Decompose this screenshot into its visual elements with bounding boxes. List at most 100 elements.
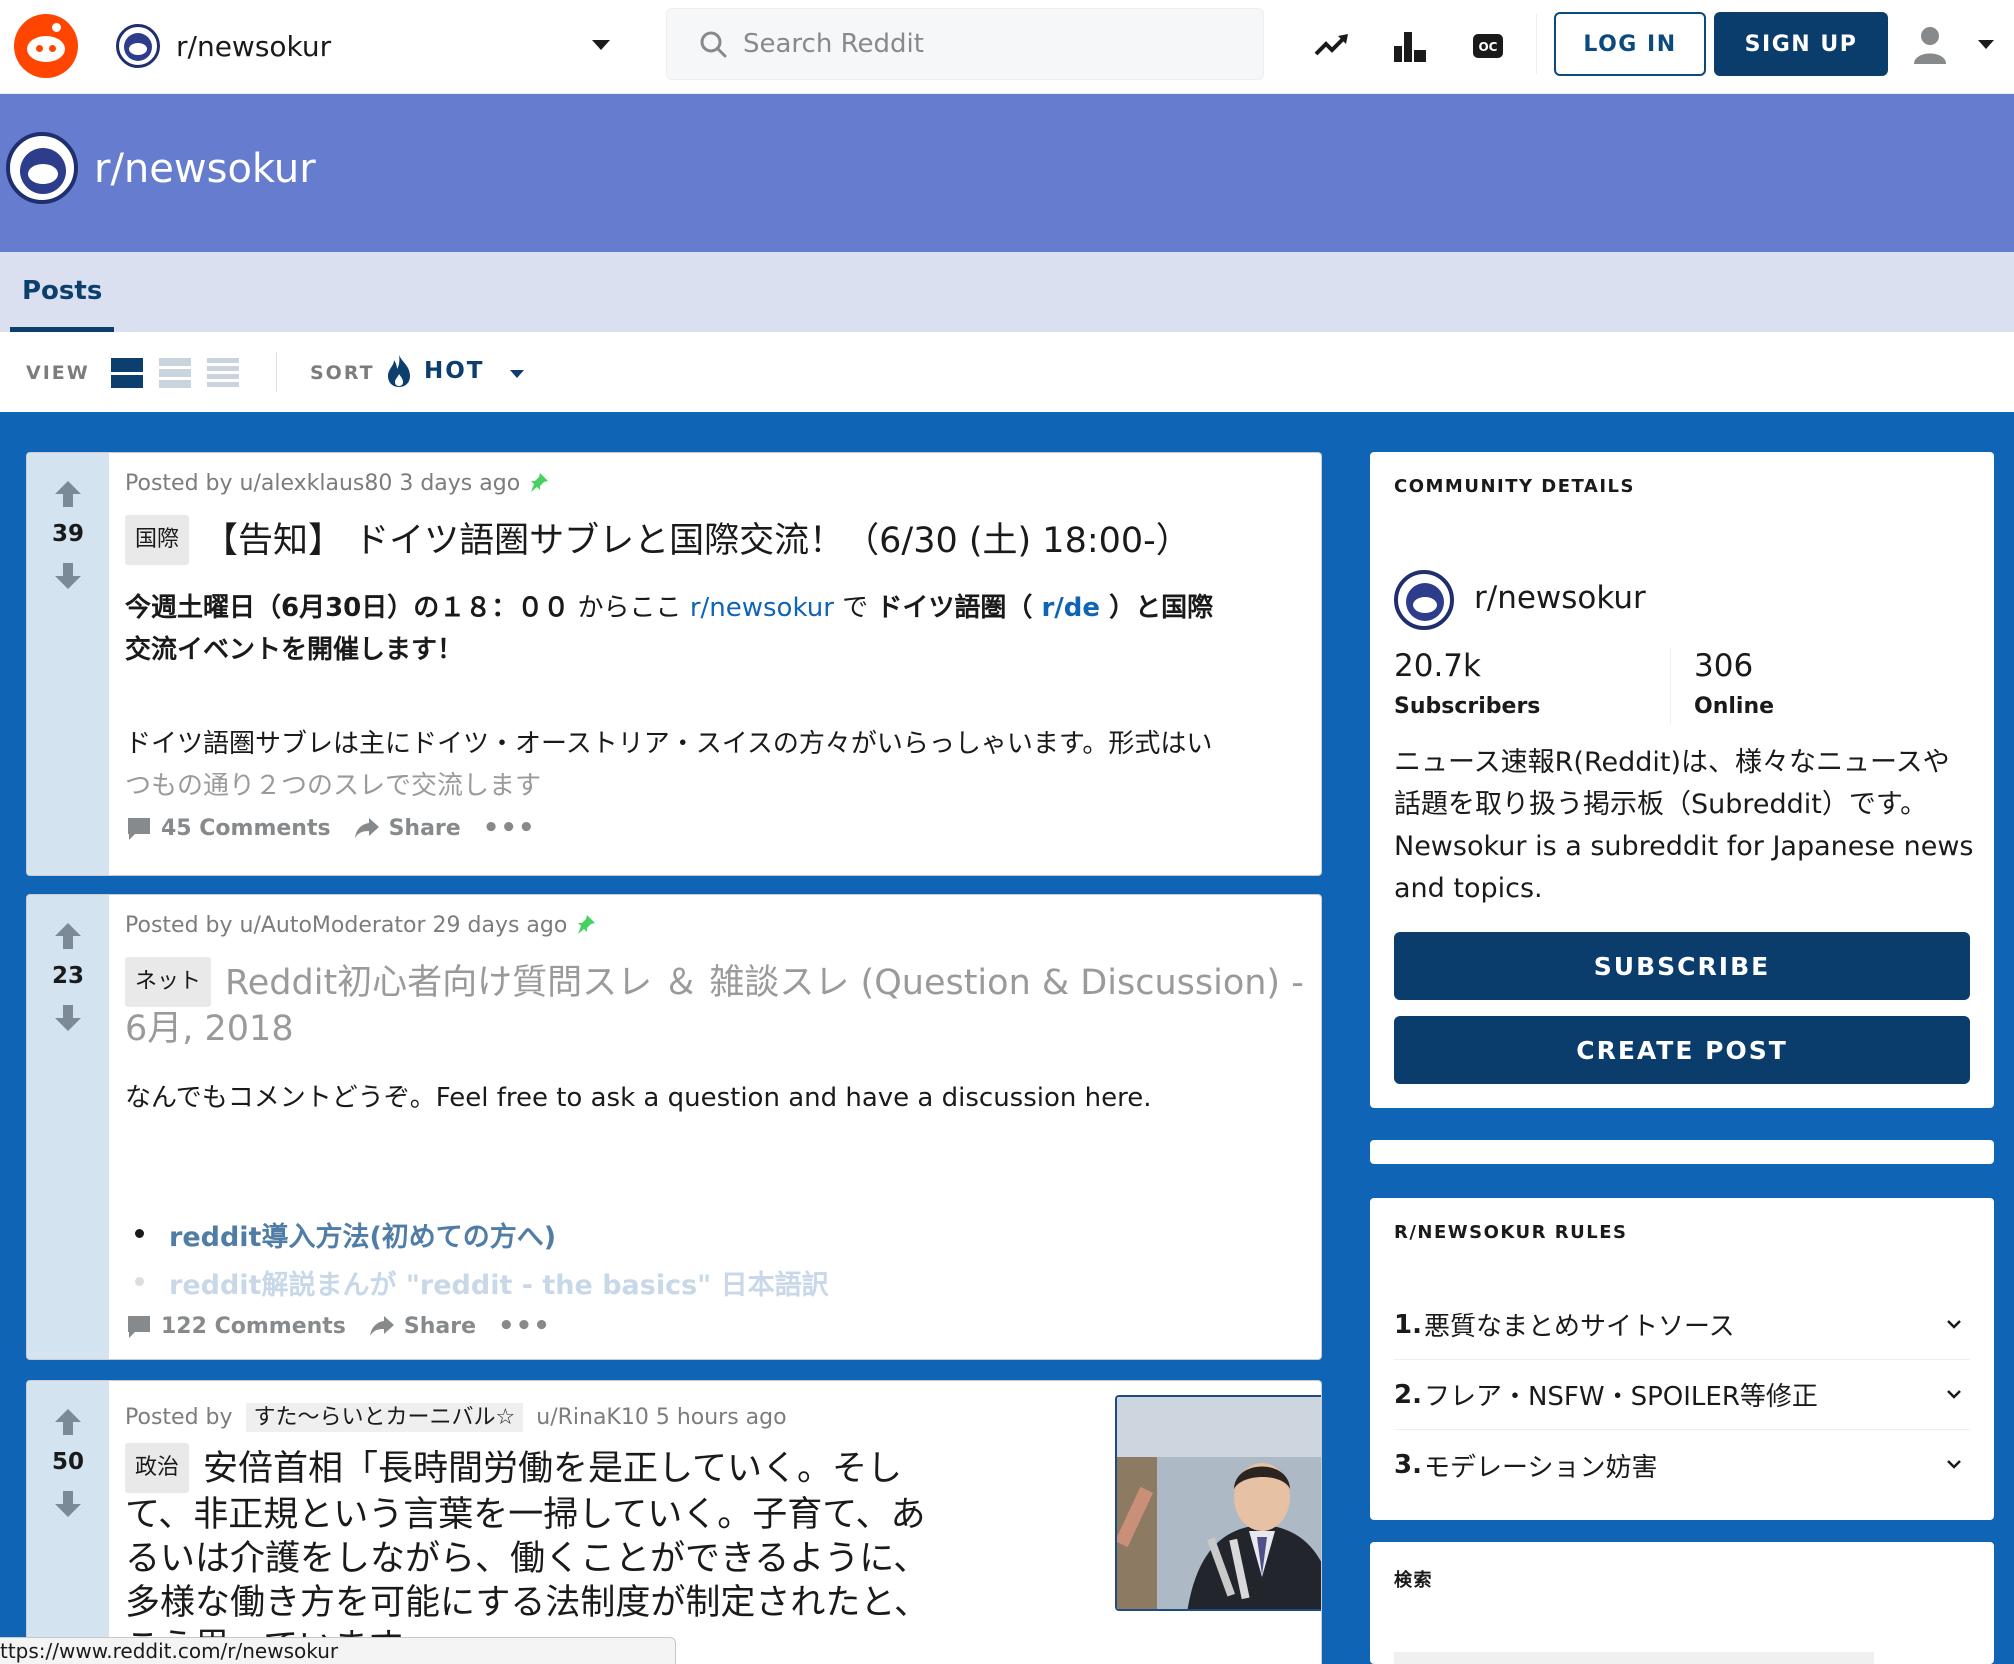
sortbar-divider bbox=[276, 352, 277, 392]
pin-icon bbox=[531, 473, 549, 492]
user-flair: すた〜らいとカーニバル☆ bbox=[245, 1403, 524, 1432]
post-body: 今週土曜日（6月30日）の１８：００ からここ r/newsokur で ドイツ… bbox=[125, 587, 1305, 671]
hot-flame-icon bbox=[386, 354, 412, 388]
body-bold-text: 今週土曜日（6月30日）の１８：００ bbox=[125, 593, 570, 623]
downvote-arrow-icon[interactable] bbox=[53, 1003, 83, 1033]
community-name[interactable]: r/newsokur bbox=[1474, 580, 1646, 616]
more-options-icon[interactable]: ••• bbox=[483, 813, 536, 843]
post-title[interactable]: 国際 【告知】 ドイツ語圏サブレと国際交流！（6/30 (土) 18:00-） bbox=[125, 515, 1315, 565]
user-icon[interactable] bbox=[1910, 24, 1950, 68]
search-bar[interactable] bbox=[666, 8, 1264, 80]
post-link-list: reddit導入方法(初めての方へ) reddit解説まんが "reddit -… bbox=[125, 1215, 1305, 1311]
body-bold-text: ）と国際 bbox=[1109, 593, 1214, 623]
oc-icon[interactable]: OC bbox=[1468, 26, 1508, 66]
vote-column: 50 bbox=[27, 1381, 109, 1664]
subreddit-icon bbox=[6, 132, 78, 204]
chevron-down-icon bbox=[592, 40, 610, 50]
post-card[interactable]: 50 Posted by すた〜らいとカーニバル☆ u/RinaK10 5 ho… bbox=[26, 1380, 1322, 1664]
link-item[interactable]: reddit解説まんが "reddit - the basics" 日本語訳 bbox=[125, 1263, 1305, 1311]
subreddit-link[interactable]: r/newsokur bbox=[690, 593, 834, 623]
post-meta: Posted by u/alexklaus80 3 days ago bbox=[125, 471, 550, 496]
card-view-icon[interactable] bbox=[110, 356, 144, 390]
compact-view-icon[interactable] bbox=[206, 356, 240, 390]
subreddit-title: r/newsokur bbox=[94, 146, 316, 192]
community-description: ニュース速報R(Reddit)は、様々なニュースや話題を取り扱う掲示板（Subr… bbox=[1394, 747, 1974, 904]
post-thumbnail[interactable] bbox=[1115, 1395, 1321, 1611]
subscriber-count: 20.7k bbox=[1394, 648, 1481, 684]
post-body: なんでもコメントどうぞ。Feel free to ask a question … bbox=[125, 1083, 1152, 1113]
trending-icon[interactable] bbox=[1312, 26, 1352, 66]
post-title-text: Reddit初心者向け質問スレ ＆ 雑談スレ (Question & Discu… bbox=[125, 963, 1304, 1049]
search-widget-input[interactable] bbox=[1394, 1652, 1874, 1664]
subreddit-link[interactable]: r/de bbox=[1032, 593, 1109, 623]
chevron-down-icon bbox=[1947, 1390, 1961, 1399]
post-card[interactable]: 23 Posted by u/AutoModerator 29 days ago… bbox=[26, 894, 1322, 1360]
subreddit-icon bbox=[116, 24, 160, 68]
subscribe-button[interactable]: SUBSCRIBE bbox=[1394, 932, 1970, 1000]
rule-text: モデレーション妨害 bbox=[1423, 1452, 1658, 1483]
svg-text:OC: OC bbox=[1478, 40, 1497, 54]
signup-button[interactable]: SIGN UP bbox=[1714, 12, 1888, 76]
search-icon bbox=[699, 30, 727, 58]
upvote-arrow-icon[interactable] bbox=[53, 921, 83, 951]
downvote-arrow-icon[interactable] bbox=[53, 561, 83, 591]
downvote-arrow-icon[interactable] bbox=[53, 1489, 83, 1519]
vote-column: 39 bbox=[27, 453, 109, 875]
browser-status-bar: ttps://www.reddit.com/r/newsokur bbox=[0, 1637, 676, 1664]
body-text: からここ bbox=[569, 593, 690, 623]
rule-item[interactable]: 1. 悪質なまとめサイトソース bbox=[1394, 1290, 1970, 1360]
vote-score: 39 bbox=[51, 521, 84, 547]
post-meta: Posted by すた〜らいとカーニバル☆ u/RinaK10 5 hours… bbox=[125, 1399, 787, 1432]
post-title[interactable]: ネット Reddit初心者向け質問スレ ＆ 雑談スレ (Question & Di… bbox=[125, 957, 1315, 1051]
login-button[interactable]: LOG IN bbox=[1554, 12, 1706, 76]
chevron-down-icon bbox=[1947, 1320, 1961, 1329]
share-icon bbox=[369, 1316, 394, 1336]
body-bold-text: 交流イベントを開催します！ bbox=[125, 635, 464, 665]
share-button[interactable]: Share bbox=[353, 814, 461, 842]
classic-view-icon[interactable] bbox=[158, 356, 192, 390]
sort-dropdown[interactable]: HOT bbox=[424, 358, 485, 384]
news-photo-image bbox=[1117, 1397, 1321, 1609]
excerpt-text: ドイツ語圏サブレは主にドイツ・オーストリア・スイスの方々がいらっしゃいます。形式… bbox=[125, 729, 1213, 759]
sort-label: SORT bbox=[310, 362, 375, 384]
share-icon bbox=[354, 818, 379, 838]
post-title-text: 安倍首相「長時間労働を是正していく。そして、非正規という言葉を一掃していく。子育… bbox=[125, 1449, 929, 1664]
rule-item[interactable]: 3. モデレーション妨害 bbox=[1394, 1430, 1970, 1500]
create-post-button[interactable]: CREATE POST bbox=[1394, 1016, 1970, 1084]
subscribers-label: Subscribers bbox=[1394, 694, 1541, 719]
post-title[interactable]: 政治 安倍首相「長時間労働を是正していく。そして、非正規という言葉を一掃していく。… bbox=[125, 1443, 955, 1664]
comments-button[interactable]: 45 Comments bbox=[125, 814, 331, 842]
share-button[interactable]: Share bbox=[368, 1312, 476, 1340]
more-options-icon[interactable]: ••• bbox=[498, 1311, 551, 1341]
rule-item[interactable]: 2. フレア・NSFW・SPOILER等修正 bbox=[1394, 1360, 1970, 1430]
post-meta-suffix: u/RinaK10 5 hours ago bbox=[536, 1405, 787, 1430]
share-label: Share bbox=[403, 1313, 477, 1339]
community-details-card: COMMUNITY DETAILS r/newsokur 20.7k Subsc… bbox=[1370, 452, 1994, 1108]
rule-text: フレア・NSFW・SPOILER等修正 bbox=[1423, 1382, 1818, 1412]
comments-button[interactable]: 122 Comments bbox=[125, 1312, 346, 1340]
comments-label: 45 Comments bbox=[161, 815, 331, 841]
post-card[interactable]: 39 Posted by u/alexklaus80 3 days ago 国際… bbox=[26, 452, 1322, 876]
view-sort-bar: VIEW SORT HOT bbox=[0, 332, 2014, 412]
search-input[interactable] bbox=[743, 29, 1223, 59]
body-bold-text: ドイツ語圏（ bbox=[876, 593, 1033, 623]
post-actions: 45 Comments Share ••• bbox=[125, 813, 536, 843]
reddit-logo-icon[interactable] bbox=[14, 14, 78, 78]
link-item[interactable]: reddit導入方法(初めての方へ) bbox=[125, 1215, 1305, 1263]
post-meta-text: Posted by u/alexklaus80 3 days ago bbox=[125, 471, 521, 496]
top-navigation: r/newsokur OC LOG IN SIGN UP bbox=[0, 0, 2014, 94]
upvote-arrow-icon[interactable] bbox=[53, 479, 83, 509]
vote-score: 50 bbox=[51, 1449, 84, 1475]
subreddit-selector[interactable]: r/newsokur bbox=[110, 14, 610, 78]
tab-posts[interactable]: Posts bbox=[10, 252, 115, 332]
vote-score: 23 bbox=[51, 963, 84, 989]
user-menu-chevron-icon[interactable] bbox=[1978, 40, 1994, 49]
leaderboard-icon[interactable] bbox=[1390, 26, 1430, 66]
upvote-arrow-icon[interactable] bbox=[53, 1407, 83, 1437]
comment-icon bbox=[128, 818, 150, 840]
post-actions: 122 Comments Share ••• bbox=[125, 1311, 551, 1341]
comments-label: 122 Comments bbox=[161, 1313, 346, 1339]
comment-icon bbox=[128, 1316, 150, 1338]
sort-chevron-down-icon[interactable] bbox=[510, 370, 524, 378]
pin-icon bbox=[578, 915, 596, 934]
